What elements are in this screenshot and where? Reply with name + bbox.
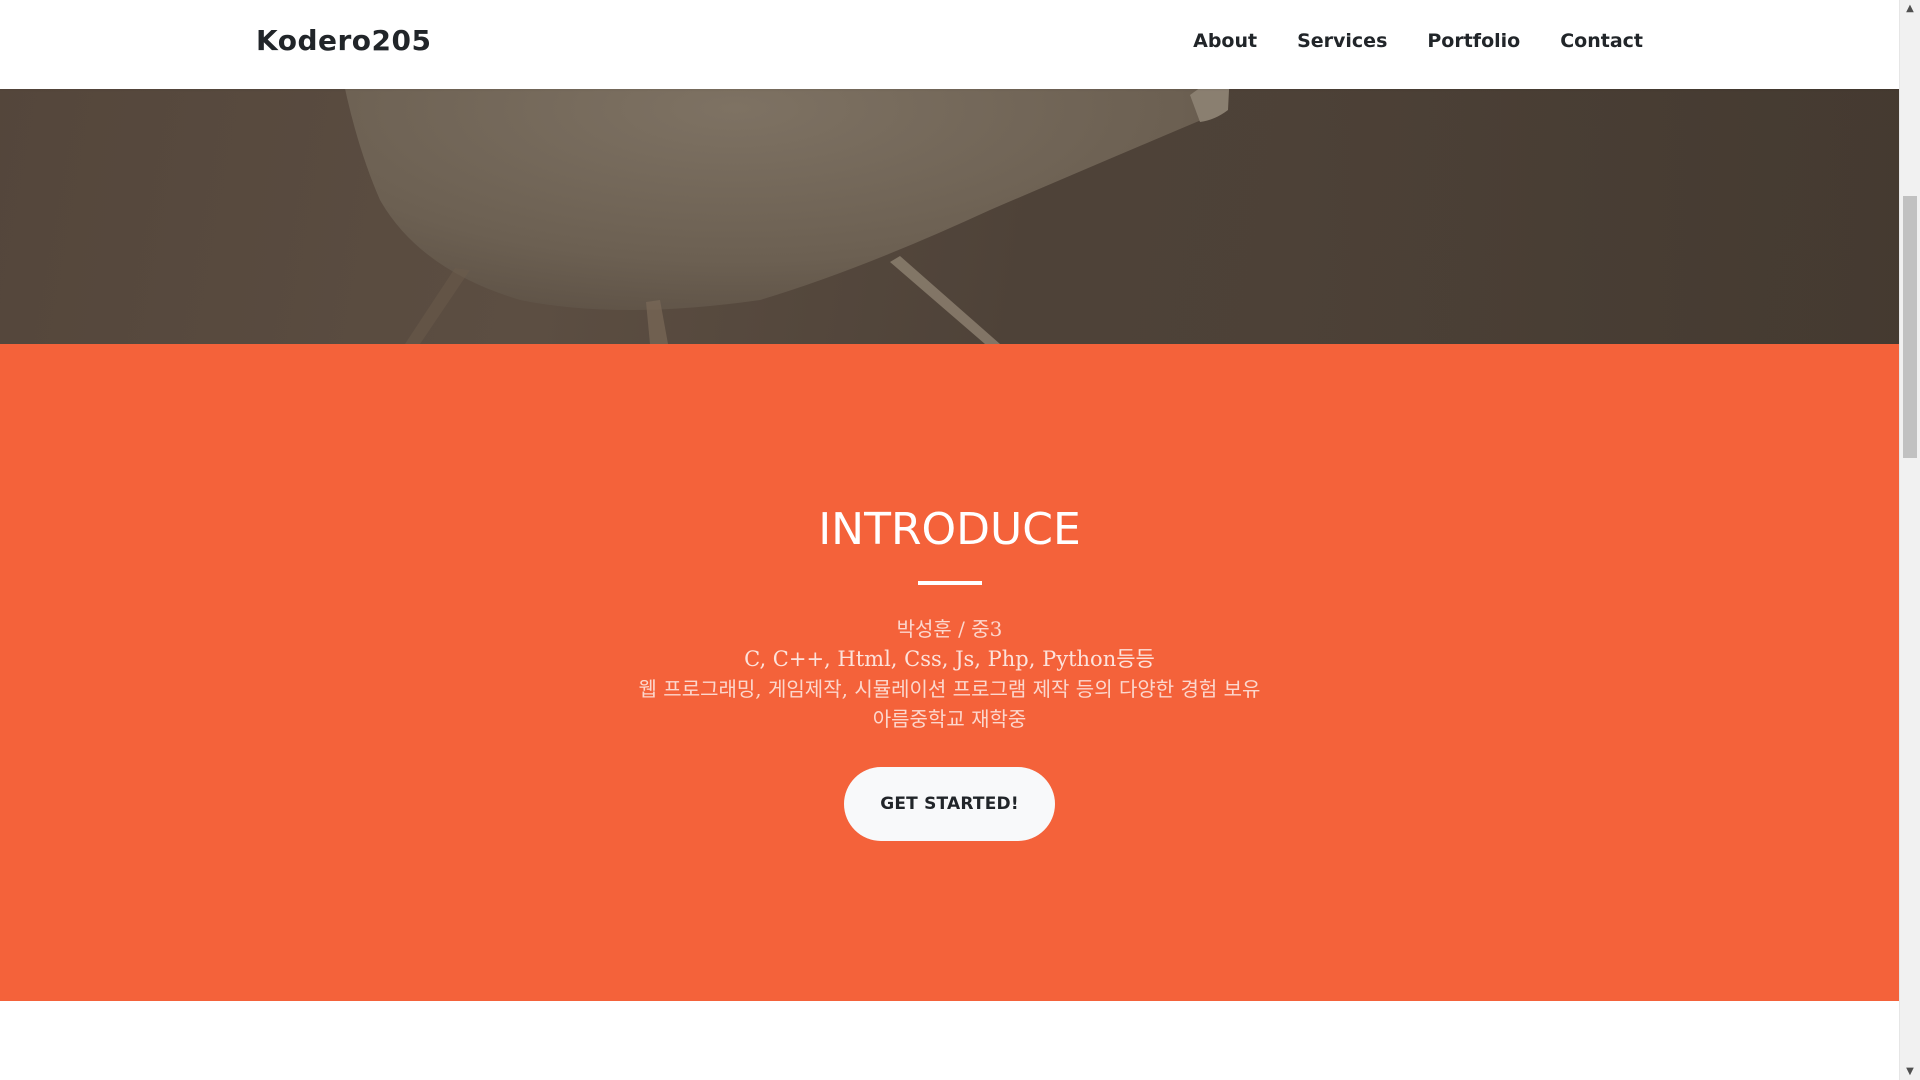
brand-logo-link[interactable]: Kodero205	[256, 24, 431, 57]
triangle-down-icon[interactable]: ▼	[1900, 1063, 1920, 1080]
intro-description: 박성훈 / 중3 C, C++, Html, Css, Js, Php, Pyt…	[0, 614, 1899, 734]
triangle-up-icon[interactable]: ▲	[1900, 0, 1920, 17]
browser-viewport: Kodero205 About Services Portfolio Conta…	[0, 0, 1920, 1080]
nav-link-services[interactable]: Services	[1297, 30, 1387, 52]
nav-links: About Services Portfolio Contact	[1193, 30, 1643, 52]
nav-link-portfolio[interactable]: Portfolio	[1427, 30, 1520, 52]
page: Kodero205 About Services Portfolio Conta…	[0, 0, 1899, 1080]
scrollbar-thumb[interactable]	[1903, 196, 1917, 458]
intro-line-school: 아름중학교 재학중	[872, 707, 1027, 731]
intro-line-name: 박성훈 / 중3	[896, 617, 1003, 641]
nav-item-about: About	[1193, 30, 1257, 52]
intro-line-skills: C, C++, Html, Css, Js, Php, Python등등	[744, 647, 1155, 671]
intro-line-experience: 웹 프로그래밍, 게임제작, 시뮬레이션 프로그램 제작 등의 다양한 경험 보…	[638, 677, 1261, 701]
nav-link-about[interactable]: About	[1193, 30, 1257, 52]
navbar: Kodero205 About Services Portfolio Conta…	[0, 0, 1899, 89]
nav-item-portfolio: Portfolio	[1427, 30, 1520, 52]
nav-item-contact: Contact	[1560, 30, 1643, 52]
title-divider	[918, 581, 982, 585]
nav-item-services: Services	[1297, 30, 1387, 52]
page-scrollbar[interactable]: ▲ ▼	[1899, 0, 1920, 1080]
nav-link-contact[interactable]: Contact	[1560, 30, 1643, 52]
introduce-section: INTRODUCE 박성훈 / 중3 C, C++, Html, Css, Js…	[0, 344, 1899, 1001]
get-started-button[interactable]: GET STARTED!	[844, 767, 1055, 841]
section-title: INTRODUCE	[818, 504, 1081, 555]
